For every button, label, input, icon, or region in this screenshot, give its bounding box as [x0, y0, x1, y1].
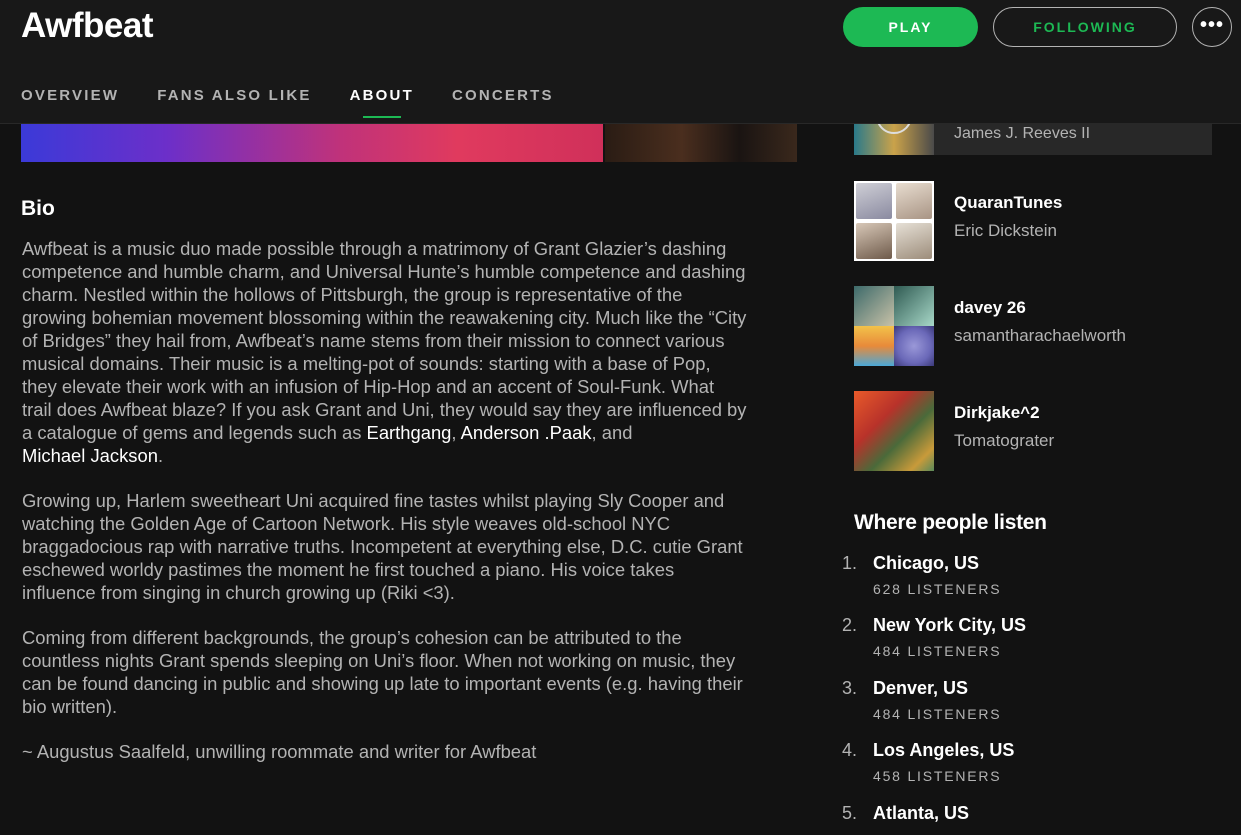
playlist-cover — [854, 124, 934, 155]
bio-separator: , — [451, 422, 461, 443]
city-name: Denver, US — [873, 678, 969, 698]
where-people-listen-heading: Where people listen — [854, 511, 1047, 534]
artist-header-bar: Awfbeat PLAY FOLLOWING ••• OVERVIEW FANS… — [0, 0, 1241, 124]
bio-paragraph-1: Awfbeat is a music duo made possible thr… — [22, 237, 747, 467]
cover-tile — [854, 326, 894, 366]
tab-about[interactable]: ABOUT — [350, 87, 414, 118]
artist-photo-2 — [605, 124, 797, 162]
city-list-item: 3. Denver, US 484 LISTENERS — [842, 678, 1222, 734]
artist-name: Awfbeat — [21, 6, 154, 45]
playlist-cover — [854, 286, 934, 366]
tab-concerts[interactable]: CONCERTS — [452, 87, 554, 104]
cover-tile — [896, 183, 932, 219]
artist-link-anderson-paak[interactable]: Anderson .Paak — [461, 422, 592, 443]
bio-paragraph-2: Growing up, Harlem sweetheart Uni acquir… — [22, 490, 743, 603]
cover-tile — [856, 183, 892, 219]
playlist-name: QuaranTunes — [954, 193, 1063, 212]
bio-period: . — [157, 445, 164, 466]
city-rank: 4. — [842, 740, 858, 760]
city-rank: 5. — [842, 803, 858, 823]
artist-link-earthgang[interactable]: Earthgang — [367, 422, 452, 443]
artist-photo-1 — [21, 124, 603, 162]
city-rank: 3. — [842, 678, 858, 698]
city-list-item: 1. Chicago, US 628 LISTENERS — [842, 553, 1222, 609]
playlist-owner: James J. Reeves II — [954, 125, 1091, 142]
tab-fans-also-like[interactable]: FANS ALSO LIKE — [157, 87, 311, 104]
cover-tile — [854, 286, 894, 326]
city-listeners: 484 LISTENERS — [873, 706, 1002, 722]
city-rank: 2. — [842, 615, 858, 635]
playlist-owner: samantharachaelworth — [954, 326, 1126, 345]
playlist-item[interactable]: Dirkjake^2 Tomatograter — [854, 391, 1212, 471]
city-name: Atlanta, US — [873, 803, 970, 823]
playlist-owner: Eric Dickstein — [954, 221, 1057, 240]
playlist-cover — [854, 181, 934, 261]
artist-link-michael-jackson[interactable]: Michael Jackson — [22, 445, 158, 466]
city-name: Los Angeles, US — [873, 740, 1015, 760]
city-rank: 1. — [842, 553, 858, 573]
playlist-owner: Tomatograter — [954, 431, 1055, 450]
play-button[interactable]: PLAY — [843, 7, 978, 47]
tab-overview[interactable]: OVERVIEW — [21, 87, 119, 104]
cover-tile — [894, 286, 934, 326]
city-listeners: 628 LISTENERS — [873, 581, 1002, 597]
playlist-item-partial[interactable]: James J. Reeves II — [854, 124, 1212, 155]
artist-header-image — [21, 124, 797, 162]
city-listeners: 458 LISTENERS — [873, 768, 1002, 784]
artist-tabs: OVERVIEW FANS ALSO LIKE ABOUT CONCERTS — [21, 87, 592, 118]
cover-tile — [896, 223, 932, 259]
playlist-cover — [854, 391, 934, 471]
bio-paragraph-1-text: Awfbeat is a music duo made possible thr… — [22, 238, 747, 443]
city-list-item: 2. New York City, US 484 LISTENERS — [842, 615, 1222, 671]
bio-paragraph-3: Coming from different backgrounds, the g… — [22, 627, 743, 717]
bio-separator: , and — [591, 422, 633, 443]
playlist-name: Dirkjake^2 — [954, 403, 1040, 422]
play-circle-icon — [876, 124, 912, 134]
playlist-item[interactable]: QuaranTunes Eric Dickstein — [854, 181, 1212, 261]
city-list-item: 5. Atlanta, US — [842, 803, 1222, 835]
city-name: New York City, US — [873, 615, 1027, 635]
cover-tile — [894, 326, 934, 366]
bio-signature: ~ Augustus Saalfeld, unwilling roommate … — [22, 741, 537, 762]
city-list-item: 4. Los Angeles, US 458 LISTENERS — [842, 740, 1222, 796]
bio-heading: Bio — [21, 197, 55, 220]
more-options-icon[interactable]: ••• — [1192, 7, 1232, 47]
following-button[interactable]: FOLLOWING — [993, 7, 1177, 47]
playlist-name: davey 26 — [954, 298, 1026, 317]
city-listeners: 484 LISTENERS — [873, 643, 1002, 659]
bio-text: Awfbeat is a music duo made possible thr… — [22, 237, 747, 785]
playlist-item[interactable]: davey 26 samantharachaelworth — [854, 286, 1212, 366]
city-name: Chicago, US — [873, 553, 980, 573]
cover-tile — [856, 223, 892, 259]
